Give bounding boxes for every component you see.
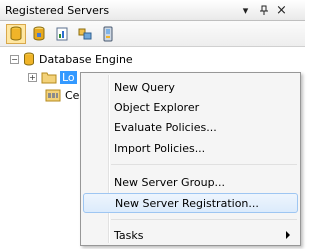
registered-servers-window: Registered Servers ▾ × − Database Engine… — [0, 0, 305, 249]
menu-item-label: New Server Group... — [114, 175, 226, 189]
close-icon[interactable]: × — [274, 3, 289, 18]
window-menu-dropdown-icon[interactable]: ▾ — [238, 3, 253, 17]
pin-icon[interactable] — [256, 3, 271, 17]
folder-icon — [41, 71, 57, 84]
menu-item-label: Object Explorer — [114, 100, 200, 114]
menu-item-label: Tasks — [114, 228, 144, 242]
tree-node-local-server-group[interactable]: + Lo — [28, 68, 77, 86]
database-engine-icon — [10, 26, 22, 41]
submenu-arrow-icon — [286, 231, 290, 239]
menu-item-label: Evaluate Policies... — [114, 120, 217, 134]
analysis-services-icon — [33, 26, 45, 41]
title-bar: Registered Servers ▾ × — [0, 0, 305, 21]
menu-item-import-policies[interactable]: Import Policies... — [83, 138, 298, 158]
central-management-server-icon — [45, 88, 61, 102]
database-engine-button[interactable] — [6, 24, 26, 44]
reporting-services-icon — [56, 27, 68, 41]
tree-node-central-management-servers[interactable]: Ce — [41, 86, 79, 104]
collapse-icon[interactable]: − — [10, 54, 19, 64]
tree-node-database-engine[interactable]: − Database Engine — [10, 50, 133, 68]
server-type-toolbar — [0, 21, 305, 47]
database-engine-icon — [23, 52, 35, 67]
sql-compact-button[interactable] — [98, 24, 118, 44]
analysis-services-button[interactable] — [29, 24, 49, 44]
integration-services-icon — [78, 28, 92, 40]
tree-node-label: Database Engine — [39, 52, 133, 66]
menu-item-label: New Query — [114, 80, 175, 94]
menu-item-new-query[interactable]: New Query — [83, 77, 298, 97]
menu-separator — [111, 164, 297, 165]
reporting-services-button[interactable] — [52, 24, 72, 44]
menu-item-new-server-group[interactable]: New Server Group... — [83, 172, 298, 192]
context-menu: New Query Object Explorer Evaluate Polic… — [80, 72, 301, 246]
menu-item-label: New Server Registration... — [115, 196, 259, 210]
menu-item-label: Import Policies... — [114, 141, 206, 155]
tree-node-label: Ce — [65, 88, 80, 102]
tree-node-label: Lo — [60, 70, 77, 84]
menu-item-new-server-registration[interactable]: New Server Registration... — [83, 193, 298, 213]
menu-item-object-explorer[interactable]: Object Explorer — [83, 97, 298, 117]
integration-services-button[interactable] — [75, 24, 95, 44]
sql-compact-icon — [103, 26, 113, 42]
window-title: Registered Servers — [5, 4, 110, 17]
menu-item-evaluate-policies[interactable]: Evaluate Policies... — [83, 117, 298, 137]
menu-separator — [111, 219, 297, 220]
menu-item-tasks[interactable]: Tasks — [83, 225, 298, 245]
expand-icon[interactable]: + — [28, 72, 37, 82]
